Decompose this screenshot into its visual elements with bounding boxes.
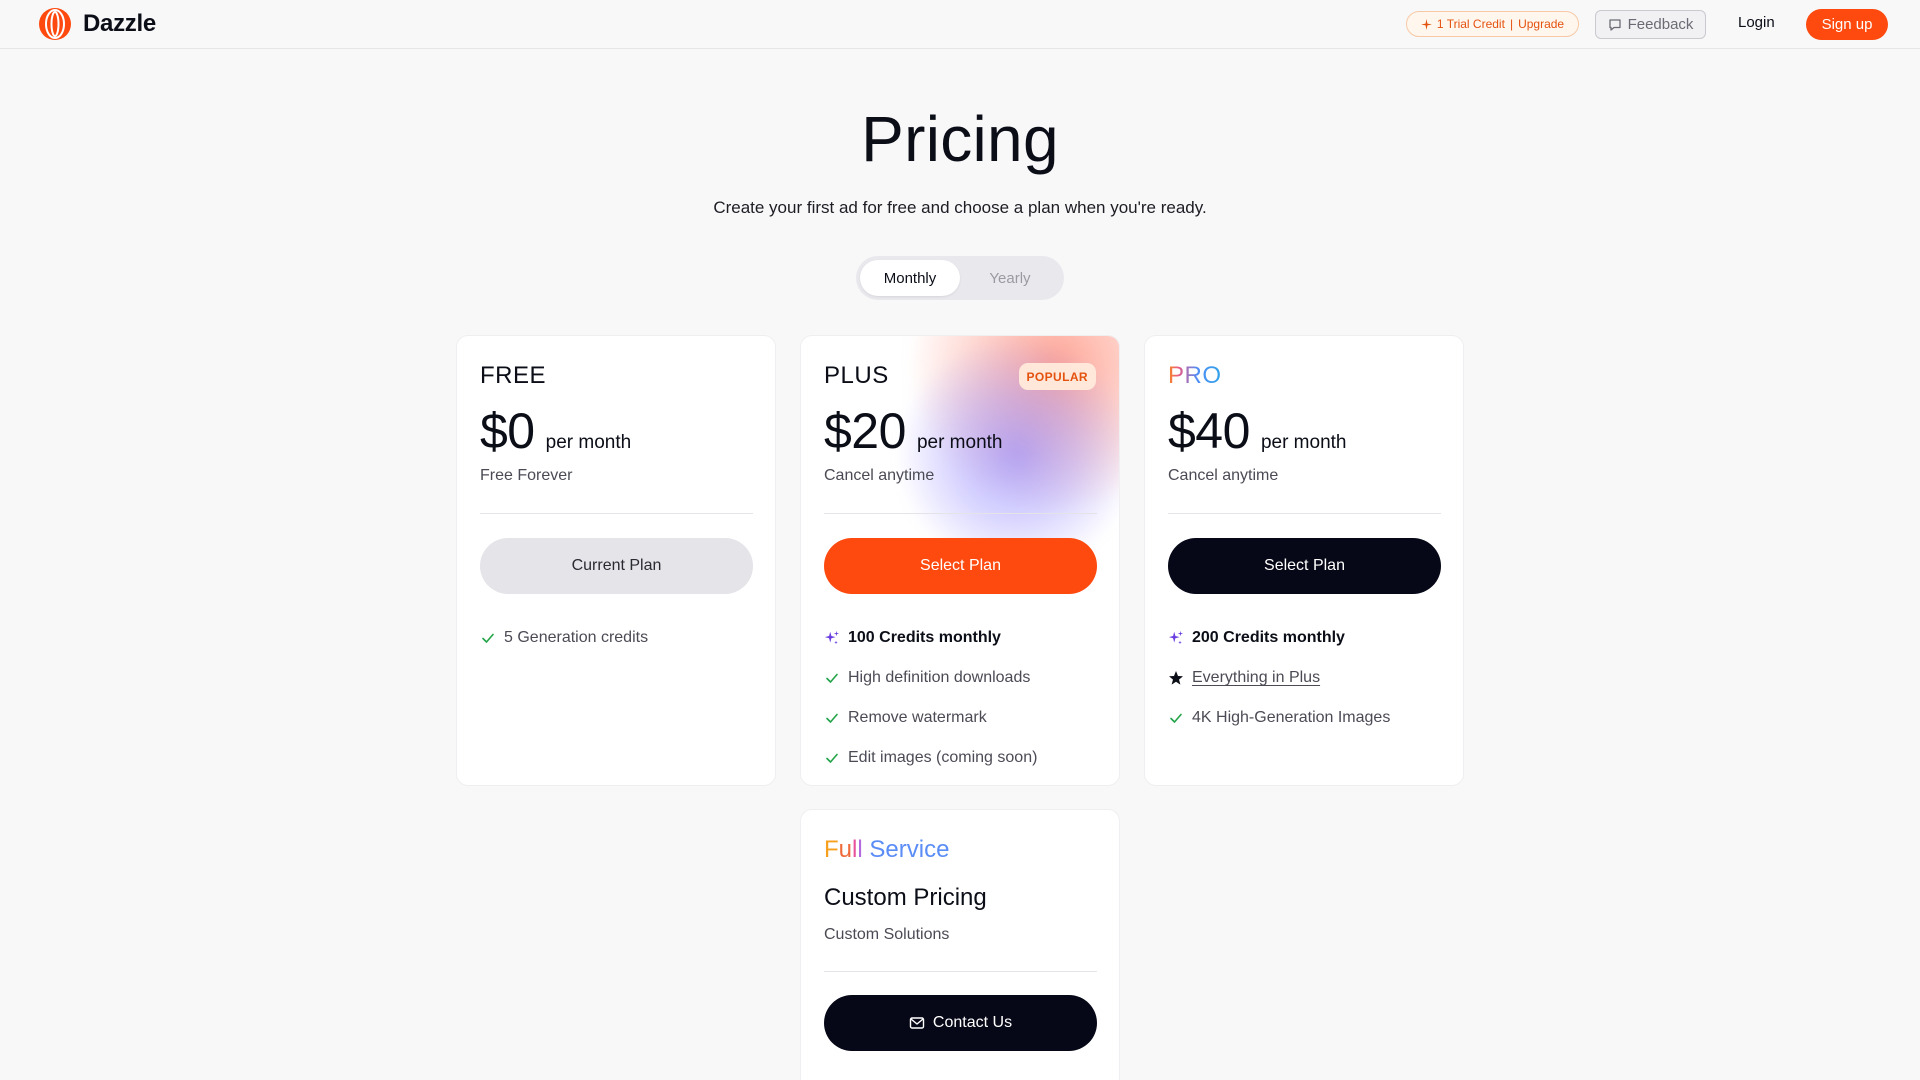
current-plan-button[interactable]: Current Plan [480, 538, 753, 594]
price-row: $20 per month [824, 402, 1002, 460]
feedback-label: Feedback [1627, 16, 1694, 33]
signup-button[interactable]: Sign up [1806, 9, 1888, 40]
plan-period: per month [545, 432, 632, 453]
feature-item: 4K High-Generation Images [1168, 698, 1448, 738]
feature-item: 100 Credits monthly [824, 618, 1104, 658]
billing-period-toggle: Monthly Yearly [856, 256, 1064, 300]
divider [1168, 513, 1441, 514]
plan-card-full-service: Full Service Custom Pricing Custom Solut… [800, 809, 1120, 1080]
feature-item: High definition downloads [824, 658, 1104, 698]
feature-item: Everything in Plus [1168, 658, 1448, 698]
plan-price: $20 [824, 403, 906, 459]
feature-text: Edit images (coming soon) [848, 749, 1038, 766]
page-title: Pricing [861, 103, 1059, 175]
top-navigation-bar: Dazzle 1 Trial Credit | Upgrade Feedback… [0, 0, 1920, 49]
trial-credit-text: 1 Trial Credit [1436, 17, 1505, 31]
feature-text: 5 Generation credits [504, 629, 649, 646]
check-icon [824, 750, 840, 766]
check-icon [824, 670, 840, 686]
plan-note: Custom Solutions [824, 926, 950, 943]
login-link[interactable]: Login [1738, 14, 1775, 31]
upgrade-link[interactable]: Upgrade [1518, 17, 1564, 31]
plan-name: Full Service [824, 836, 949, 864]
star-icon [1168, 670, 1184, 686]
mail-icon [909, 1017, 925, 1029]
feature-text: 4K High-Generation Images [1192, 709, 1391, 726]
plan-name: PLUS [824, 362, 889, 389]
check-icon [1168, 710, 1184, 726]
check-icon [480, 630, 496, 646]
feature-text: Remove watermark [848, 709, 987, 726]
plan-price: $40 [1168, 403, 1250, 459]
plan-name: PRO [1168, 362, 1222, 389]
title-word: Service [869, 836, 950, 863]
check-icon [824, 710, 840, 726]
logo-icon [39, 8, 71, 40]
plan-card-pro: PRO $40 per month Cancel anytime Select … [1144, 335, 1464, 786]
plan-note: Cancel anytime [1168, 467, 1279, 484]
trial-credit-pill[interactable]: 1 Trial Credit | Upgrade [1406, 11, 1579, 37]
title-letter: F [824, 836, 839, 863]
divider [824, 971, 1097, 972]
feature-list: 200 Credits monthly Everything in Plus 4… [1168, 618, 1448, 738]
feature-text: 200 Credits monthly [1192, 629, 1345, 646]
divider [480, 513, 753, 514]
plan-period: per month [916, 432, 1003, 453]
feature-text: 100 Credits monthly [848, 629, 1001, 646]
plan-card-plus: PLUS POPULAR $20 per month Cancel anytim… [800, 335, 1120, 786]
toggle-yearly[interactable]: Yearly [960, 260, 1060, 296]
select-plan-button-pro[interactable]: Select Plan [1168, 538, 1441, 594]
everything-in-plus-link[interactable]: Everything in Plus [1192, 669, 1320, 687]
feature-item: Edit images (coming soon) [824, 738, 1104, 778]
title-letter: l [857, 836, 863, 863]
feature-list: 5 Generation credits [480, 618, 760, 658]
plan-price: $0 [480, 403, 535, 459]
feature-item: 5 Generation credits [480, 618, 760, 658]
logo-text: Dazzle [83, 10, 156, 37]
plan-period: per month [1260, 432, 1347, 453]
plan-card-free: FREE $0 per month Free Forever Current P… [456, 335, 776, 786]
feature-item: 200 Credits monthly [1168, 618, 1448, 658]
contact-us-label: Contact Us [932, 1014, 1013, 1031]
contact-us-button[interactable]: Contact Us [824, 995, 1097, 1051]
speech-bubble-icon [1608, 18, 1621, 31]
feature-list: 100 Credits monthly High definition down… [824, 618, 1104, 778]
plan-note: Free Forever [480, 467, 573, 484]
logo[interactable]: Dazzle [31, 7, 156, 41]
divider [824, 513, 1097, 514]
trial-separator: | [1509, 17, 1514, 31]
select-plan-button-plus[interactable]: Select Plan [824, 538, 1097, 594]
feature-text: High definition downloads [848, 669, 1031, 686]
page-subtitle: Create your first ad for free and choose… [713, 198, 1207, 217]
feedback-button[interactable]: Feedback [1595, 10, 1706, 39]
sparkle-icon [1420, 18, 1432, 30]
plan-name: FREE [480, 362, 547, 389]
sparkles-icon [1168, 630, 1184, 646]
title-letter: u [838, 836, 853, 863]
custom-pricing: Custom Pricing [824, 884, 987, 911]
plan-note: Cancel anytime [824, 467, 935, 484]
toggle-monthly[interactable]: Monthly [860, 260, 960, 296]
feature-item: Remove watermark [824, 698, 1104, 738]
price-row: $0 per month [480, 402, 631, 460]
popular-badge: POPULAR [1018, 363, 1096, 390]
price-row: $40 per month [1168, 402, 1346, 460]
sparkles-icon [824, 630, 840, 646]
